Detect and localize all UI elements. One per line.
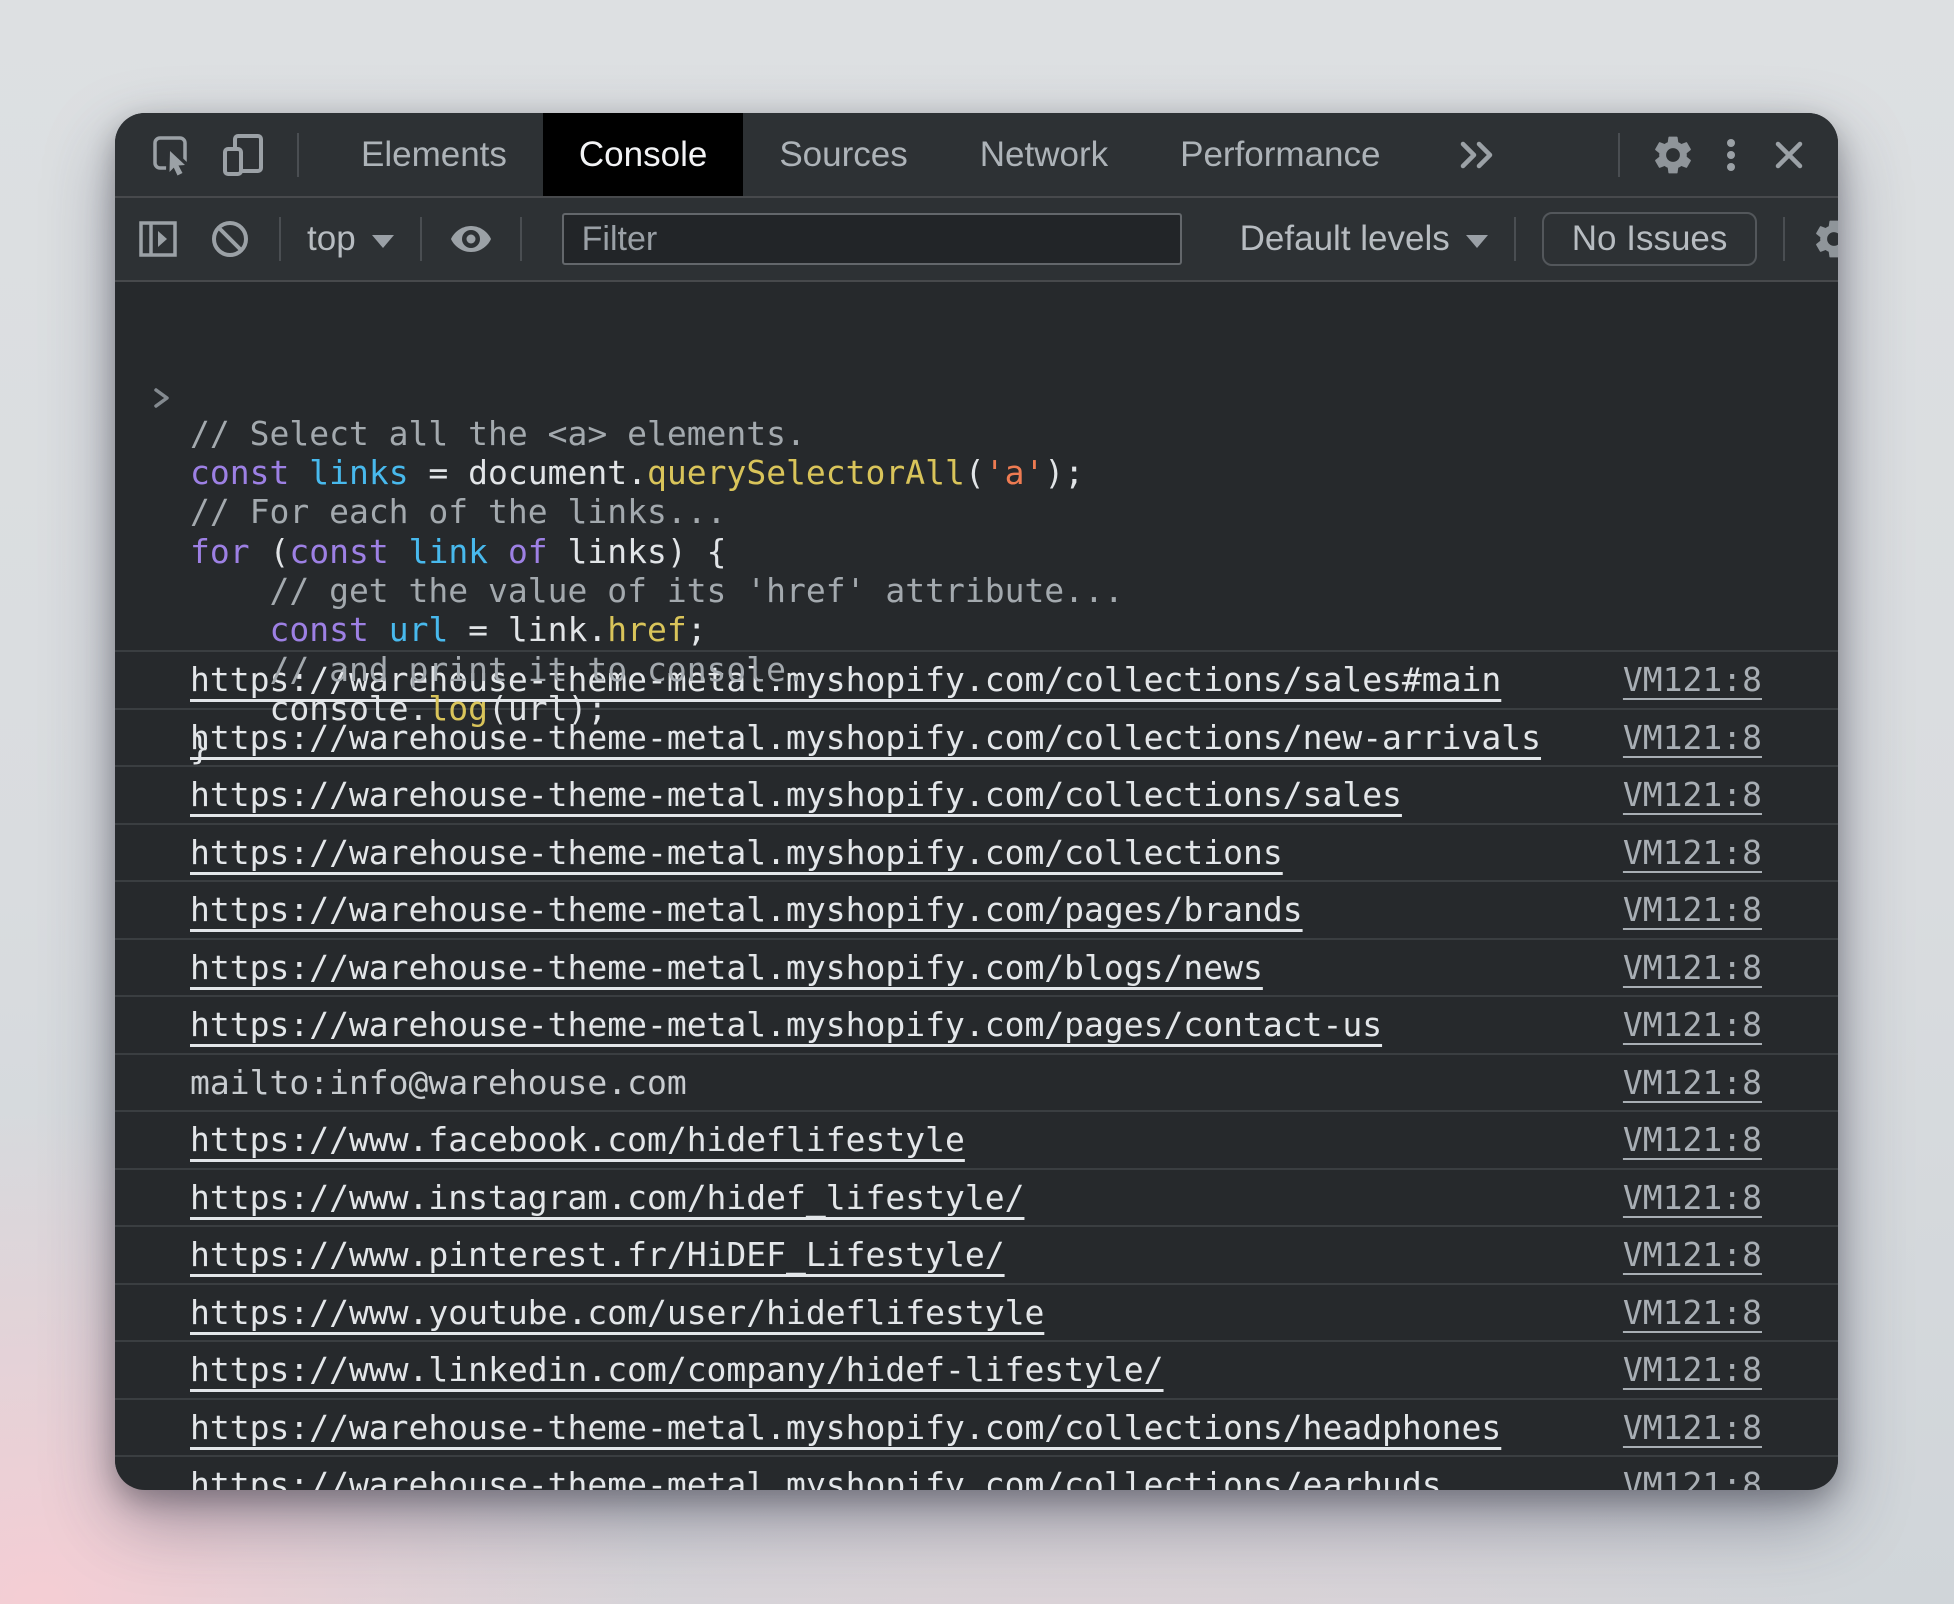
console-sidebar-toggle-button[interactable] [135, 216, 181, 262]
log-levels-dropdown[interactable]: Default levels [1240, 219, 1488, 259]
source-location-link[interactable]: VM121:8 [1623, 1408, 1804, 1447]
console-message: https://www.linkedin.com/company/hidef-l… [115, 1340, 1838, 1398]
source-location-link[interactable]: VM121:8 [1623, 1178, 1804, 1217]
code-line: for (const link of links) { [190, 532, 1838, 571]
source-location-link[interactable]: VM121:8 [1623, 1350, 1804, 1389]
code-line: const url = link.href; [190, 610, 1838, 649]
prompt-chevron-icon [151, 306, 310, 489]
toolbar-separator [1514, 217, 1516, 261]
toolbar-separator [279, 217, 281, 261]
settings-gear-icon [1650, 132, 1696, 178]
tabbar-separator [1618, 133, 1620, 177]
console-message: https://www.facebook.com/hideflifestyle V… [115, 1110, 1838, 1168]
live-expression-button[interactable] [448, 216, 494, 262]
clear-console-button[interactable] [207, 216, 253, 262]
settings-gear-icon [1811, 216, 1838, 262]
console-message: https://www.instagram.com/hidef_lifestyl… [115, 1168, 1838, 1226]
logged-url-link[interactable]: https://warehouse-theme-metal.myshopify.… [190, 1408, 1501, 1447]
console-filter-input[interactable] [562, 213, 1182, 265]
code-line: // and print it to console. [190, 650, 1838, 689]
console-message: https://www.youtube.com/user/hideflifest… [115, 1283, 1838, 1341]
close-devtools-button[interactable] [1766, 132, 1812, 178]
eye-icon [447, 215, 495, 263]
console-sidebar-icon [135, 216, 181, 262]
toolbar-separator [1783, 217, 1785, 261]
logged-text: mailto:info@warehouse.com [190, 1063, 687, 1102]
console-message: https://warehouse-theme-metal.myshopify.… [115, 880, 1838, 938]
logged-url-link[interactable]: https://warehouse-theme-metal.myshopify.… [190, 1465, 1442, 1490]
code-line: // get the value of its 'href' attribute… [190, 571, 1838, 610]
source-location-link[interactable]: VM121:8 [1623, 1465, 1804, 1490]
javascript-context-selector[interactable]: top [307, 219, 394, 259]
context-selector-label: top [307, 219, 356, 259]
console-message: https://warehouse-theme-metal.myshopify.… [115, 995, 1838, 1053]
console-settings-button[interactable] [1811, 216, 1838, 262]
source-location-link[interactable]: VM121:8 [1623, 1120, 1804, 1159]
source-location-link[interactable]: VM121:8 [1623, 890, 1804, 929]
issues-counter-button[interactable]: No Issues [1542, 212, 1758, 266]
devtools-window: ElementsConsoleSourcesNetworkPerformance [115, 113, 1838, 1490]
code-block: // Select all the <a> elements.const lin… [190, 414, 1838, 768]
console-message: https://warehouse-theme-metal.myshopify.… [115, 938, 1838, 996]
clear-console-icon [207, 216, 253, 262]
overflow-menu-icon [1709, 133, 1753, 177]
caret-down-icon [372, 235, 394, 248]
console-input-echo: // Select all the <a> elements.const lin… [115, 282, 1838, 650]
device-toolbar-button[interactable] [221, 132, 267, 178]
logged-url-link[interactable]: https://warehouse-theme-metal.myshopify.… [190, 948, 1263, 987]
tabbar-right-controls [1594, 132, 1838, 178]
source-location-link[interactable]: VM121:8 [1623, 1063, 1804, 1102]
overflow-menu-button[interactable] [1708, 132, 1754, 178]
devtools-settings-button[interactable] [1650, 132, 1696, 178]
caret-down-icon [1466, 235, 1488, 248]
tab-network[interactable]: Network [944, 113, 1144, 196]
logged-url-link[interactable]: https://warehouse-theme-metal.myshopify.… [190, 890, 1303, 929]
logged-url-link[interactable]: https://www.instagram.com/hidef_lifestyl… [190, 1178, 1024, 1217]
code-line: // For each of the links... [190, 492, 1838, 531]
toolbar-separator [420, 217, 422, 261]
tab-sources[interactable]: Sources [743, 113, 943, 196]
console-message: https://www.pinterest.fr/HiDEF_Lifestyle… [115, 1225, 1838, 1283]
toolbar-separator [520, 217, 522, 261]
device-toolbar-icon [220, 131, 268, 179]
console-message: mailto:info@warehouse.com VM121:8 [115, 1053, 1838, 1111]
tabbar-separator [297, 133, 299, 177]
source-location-link[interactable]: VM121:8 [1623, 1005, 1804, 1044]
log-levels-label: Default levels [1240, 219, 1450, 259]
code-line: const links = document.querySelectorAll(… [190, 453, 1838, 492]
logged-url-link[interactable]: https://www.facebook.com/hideflifestyle [190, 1120, 965, 1159]
tab-performance[interactable]: Performance [1144, 113, 1416, 196]
code-line: } [190, 728, 1838, 767]
code-line: // Select all the <a> elements. [190, 414, 1838, 453]
console-messages-area: // Select all the <a> elements.const lin… [115, 282, 1838, 1486]
more-tabs-icon [1455, 135, 1499, 175]
tabbar-tabs: ElementsConsoleSourcesNetworkPerformance [325, 113, 1416, 196]
close-icon [1767, 133, 1811, 177]
source-location-link[interactable]: VM121:8 [1623, 948, 1804, 987]
logged-url-link[interactable]: https://warehouse-theme-metal.myshopify.… [190, 1005, 1382, 1044]
source-location-link[interactable]: VM121:8 [1623, 1293, 1804, 1332]
console-message: https://warehouse-theme-metal.myshopify.… [115, 1398, 1838, 1456]
tab-console[interactable]: Console [543, 113, 743, 196]
logged-url-link[interactable]: https://www.youtube.com/user/hideflifest… [190, 1293, 1044, 1332]
inspect-element-button[interactable] [149, 132, 195, 178]
devtools-tabbar: ElementsConsoleSourcesNetworkPerformance [115, 113, 1838, 198]
logged-url-link[interactable]: https://www.linkedin.com/company/hidef-l… [190, 1350, 1164, 1389]
logged-url-link[interactable]: https://www.pinterest.fr/HiDEF_Lifestyle… [190, 1235, 1005, 1274]
code-line: console.log(url); [190, 689, 1838, 728]
tab-elements[interactable]: Elements [325, 113, 543, 196]
console-toolbar: top Default levels No Issues [115, 198, 1838, 282]
source-location-link[interactable]: VM121:8 [1623, 1235, 1804, 1274]
console-message: https://warehouse-theme-metal.myshopify.… [115, 1455, 1838, 1490]
issues-counter-label: No Issues [1572, 219, 1728, 259]
inspect-element-icon [149, 132, 195, 178]
more-tabs-button[interactable] [1454, 132, 1500, 178]
